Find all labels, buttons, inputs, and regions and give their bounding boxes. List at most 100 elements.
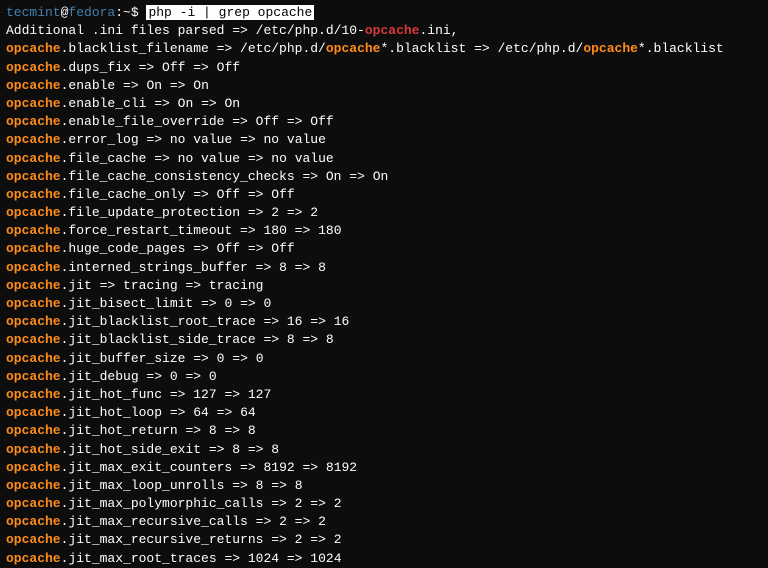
setting-value-local: 8 bbox=[279, 260, 287, 275]
arrow-separator: => bbox=[201, 442, 232, 457]
prompt-path: :~ bbox=[115, 5, 131, 20]
output-setting-line: opcache.jit_hot_side_exit => 8 => 8 bbox=[6, 441, 762, 459]
setting-name: .jit_max_recursive_calls bbox=[61, 514, 248, 529]
output-setting-line: opcache.file_update_protection => 2 => 2 bbox=[6, 204, 762, 222]
output-setting-line: opcache.interned_strings_buffer => 8 => … bbox=[6, 259, 762, 277]
grep-highlight: opcache bbox=[6, 151, 61, 166]
arrow-separator: => bbox=[240, 205, 271, 220]
arrow-separator: => bbox=[224, 114, 255, 129]
output-setting-line: opcache.file_cache => no value => no val… bbox=[6, 150, 762, 168]
arrow-separator: => bbox=[232, 223, 263, 238]
setting-value-local: Off bbox=[256, 114, 279, 129]
output-setting-line: opcache.error_log => no value => no valu… bbox=[6, 131, 762, 149]
grep-highlight: opcache bbox=[6, 514, 61, 529]
setting-value-local: 8 bbox=[232, 442, 240, 457]
setting-value-local: 1024 bbox=[248, 551, 279, 566]
grep-highlight: opcache bbox=[6, 260, 61, 275]
arrow-separator: => bbox=[193, 296, 224, 311]
output-setting-line: opcache.jit_max_polymorphic_calls => 2 =… bbox=[6, 495, 762, 513]
grep-highlight: opcache bbox=[6, 223, 61, 238]
grep-highlight: opcache bbox=[6, 532, 61, 547]
setting-value-local: 8 bbox=[287, 332, 295, 347]
setting-value-local: 8 bbox=[209, 423, 217, 438]
output-setting-line: opcache.force_restart_timeout => 180 => … bbox=[6, 222, 762, 240]
arrow-separator: => bbox=[139, 369, 170, 384]
setting-value-master: no value bbox=[271, 151, 333, 166]
arrow-separator: => bbox=[287, 223, 318, 238]
grep-highlight: opcache bbox=[6, 241, 61, 256]
grep-highlight: opcache bbox=[6, 114, 61, 129]
setting-value-master: 2 bbox=[334, 532, 342, 547]
output-text: *.blacklist => /etc/php.d/ bbox=[380, 41, 583, 56]
setting-name: .huge_code_pages bbox=[61, 241, 186, 256]
output-setting-line: opcache.jit_max_recursive_returns => 2 =… bbox=[6, 531, 762, 549]
grep-highlight: opcache bbox=[6, 351, 61, 366]
arrow-separator: => bbox=[185, 351, 216, 366]
arrow-separator: => bbox=[92, 278, 123, 293]
arrow-separator: => bbox=[178, 369, 209, 384]
setting-value-master: 2 bbox=[310, 205, 318, 220]
output-setting-line: opcache.enable_cli => On => On bbox=[6, 95, 762, 113]
arrow-separator: => bbox=[279, 551, 310, 566]
grep-highlight: opcache bbox=[6, 96, 61, 111]
output-setting-line: opcache.jit_blacklist_root_trace => 16 =… bbox=[6, 313, 762, 331]
setting-name: .jit_blacklist_root_trace bbox=[61, 314, 256, 329]
setting-value-local: 2 bbox=[295, 532, 303, 547]
setting-value-local: Off bbox=[217, 187, 240, 202]
output-setting-line: opcache.jit => tracing => tracing bbox=[6, 277, 762, 295]
output-additional-ini: Additional .ini files parsed => /etc/php… bbox=[6, 22, 762, 40]
arrow-separator: => bbox=[240, 241, 271, 256]
arrow-separator: => bbox=[185, 241, 216, 256]
setting-name: .enable bbox=[61, 78, 116, 93]
command-input[interactable]: php -i | grep opcache bbox=[146, 5, 314, 20]
grep-highlight: opcache bbox=[6, 405, 61, 420]
arrow-separator: => bbox=[162, 405, 193, 420]
setting-value-master: Off bbox=[271, 187, 294, 202]
arrow-separator: => bbox=[248, 260, 279, 275]
output-setting-line: opcache.jit_hot_return => 8 => 8 bbox=[6, 422, 762, 440]
output-text: .blacklist_filename => /etc/php.d/ bbox=[61, 41, 326, 56]
arrow-separator: => bbox=[139, 132, 170, 147]
arrow-separator: => bbox=[162, 387, 193, 402]
setting-value-local: 64 bbox=[193, 405, 209, 420]
setting-value-master: 8 bbox=[271, 442, 279, 457]
output-setting-line: opcache.jit_max_loop_unrolls => 8 => 8 bbox=[6, 477, 762, 495]
arrow-separator: => bbox=[302, 314, 333, 329]
grep-highlight: opcache bbox=[6, 60, 61, 75]
arrow-separator: => bbox=[217, 387, 248, 402]
output-setting-line: opcache.jit_max_root_traces => 1024 => 1… bbox=[6, 550, 762, 568]
grep-highlight: opcache bbox=[6, 369, 61, 384]
arrow-separator: => bbox=[295, 332, 326, 347]
arrow-separator: => bbox=[185, 187, 216, 202]
setting-value-local: no value bbox=[170, 132, 232, 147]
setting-value-local: 0 bbox=[170, 369, 178, 384]
grep-highlight: opcache bbox=[6, 278, 61, 293]
output-setting-line: opcache.jit_max_exit_counters => 8192 =>… bbox=[6, 459, 762, 477]
grep-highlight: opcache bbox=[6, 132, 61, 147]
output-setting-line: opcache.file_cache_only => Off => Off bbox=[6, 186, 762, 204]
arrow-separator: => bbox=[240, 151, 271, 166]
grep-highlight: opcache bbox=[6, 78, 61, 93]
setting-value-master: 180 bbox=[318, 223, 341, 238]
arrow-separator: => bbox=[232, 460, 263, 475]
setting-name: .file_cache_consistency_checks bbox=[61, 169, 295, 184]
prompt-line: tecmint@fedora:~$ php -i | grep opcache bbox=[6, 4, 762, 22]
setting-value-master: 16 bbox=[334, 314, 350, 329]
setting-value-master: 64 bbox=[240, 405, 256, 420]
setting-value-local: On bbox=[178, 96, 194, 111]
output-setting-line: opcache.jit_max_recursive_calls => 2 => … bbox=[6, 513, 762, 531]
setting-value-master: 8 bbox=[248, 423, 256, 438]
setting-name: .jit_hot_side_exit bbox=[61, 442, 201, 457]
setting-name: .jit_hot_func bbox=[61, 387, 162, 402]
grep-highlight: opcache bbox=[6, 314, 61, 329]
setting-value-master: 0 bbox=[209, 369, 217, 384]
setting-name: .jit_buffer_size bbox=[61, 351, 186, 366]
arrow-separator: => bbox=[224, 478, 255, 493]
output-setting-line: opcache.enable => On => On bbox=[6, 77, 762, 95]
setting-value-master: Off bbox=[217, 60, 240, 75]
setting-value-master: 2 bbox=[318, 514, 326, 529]
arrow-separator: => bbox=[209, 405, 240, 420]
arrow-separator: => bbox=[256, 332, 287, 347]
setting-name: .dups_fix bbox=[61, 60, 131, 75]
arrow-separator: => bbox=[302, 532, 333, 547]
